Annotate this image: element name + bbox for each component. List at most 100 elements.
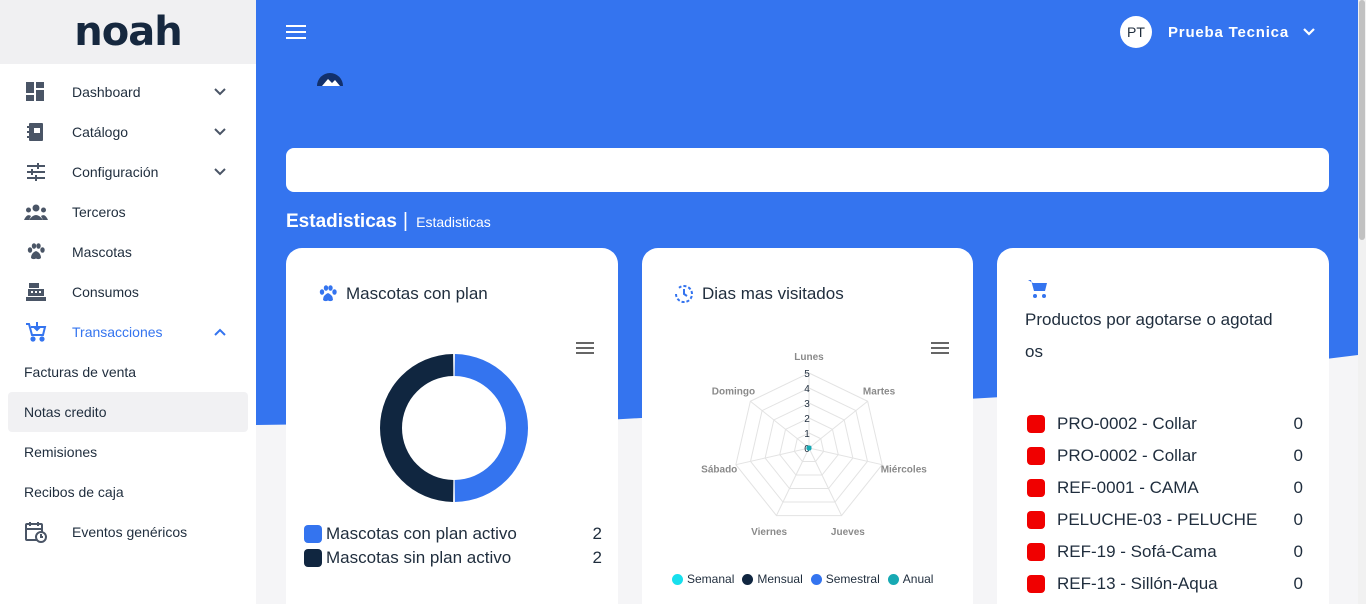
card-pets-plan: Mascotas con plan Mascotas con plan acti… — [286, 248, 618, 604]
history-icon — [672, 282, 696, 306]
product-stock: 0 — [1293, 478, 1303, 497]
sidebar-subitem-notas-credito[interactable]: Notas credito — [8, 392, 248, 432]
sidebar-item-label: Terceros — [72, 204, 126, 220]
radar-axis-label: Lunes — [794, 352, 824, 363]
chevron-down-icon — [1303, 28, 1315, 36]
sidebar-subitem-recibos[interactable]: Recibos de caja — [0, 472, 256, 512]
card-title: Dias mas visitados — [672, 282, 844, 306]
product-label: PELUCHE-03 - PELUCHE — [1057, 510, 1258, 529]
status-swatch — [1027, 479, 1045, 497]
chevron-up-icon — [214, 328, 226, 336]
main-content: PT Prueba Tecnica Estadisticas | Estadis… — [256, 0, 1358, 604]
avatar[interactable]: PT — [1120, 16, 1152, 48]
logo-text: noah — [74, 9, 182, 55]
card-title-text: Mascotas con plan — [346, 284, 488, 303]
legend-dot — [887, 573, 899, 585]
subitem-label: Facturas de venta — [24, 364, 137, 380]
list-item[interactable]: PRO-0002 - Collar 0 — [1027, 408, 1303, 440]
radar-axis-label: Domingo — [712, 387, 755, 398]
product-stock: 0 — [1293, 446, 1303, 465]
legend-label: Mascotas con plan activo — [326, 524, 517, 543]
legend-dot — [742, 573, 754, 585]
paw-icon — [316, 282, 340, 306]
menu-icon[interactable] — [286, 24, 306, 40]
sidebar-subitem-facturas[interactable]: Facturas de venta — [0, 352, 256, 392]
sidebar: noah Dashboard Catálogo Configuración Te… — [0, 0, 256, 604]
breadcrumb-sub: Estadisticas — [416, 214, 491, 230]
chevron-down-icon — [214, 128, 226, 136]
cash-register-icon — [24, 280, 48, 304]
list-item[interactable]: REF-13 - Sillón-Aqua 0 — [1027, 568, 1303, 600]
radar-chart: Lunes Martes Miércoles Jueves Viernes Sábado D… — [701, 352, 928, 538]
product-stock: 0 — [1293, 574, 1303, 593]
legend-dot — [672, 573, 683, 585]
sidebar-item-consumos[interactable]: Consumos — [0, 272, 256, 312]
chevron-down-icon — [214, 88, 226, 96]
filter-bar[interactable] — [286, 148, 1329, 192]
status-swatch — [1027, 415, 1045, 433]
list-item[interactable]: REF-0001 - CAMA 0 — [1027, 472, 1303, 504]
product-stock: 0 — [1293, 542, 1303, 561]
sidebar-item-terceros[interactable]: Terceros — [0, 192, 256, 232]
list-item[interactable]: PRO-0002 - Collar 0 — [1027, 440, 1303, 472]
card-title: Mascotas con plan — [316, 282, 488, 306]
legend-swatch — [304, 549, 322, 567]
radar-tick-label: 2 — [804, 414, 810, 425]
scrollbar-thumb[interactable] — [1359, 0, 1365, 240]
legend-dot — [810, 573, 822, 585]
sidebar-item-label: Eventos genéricos — [72, 524, 188, 540]
sidebar-subitem-remisiones[interactable]: Remisiones — [0, 432, 256, 472]
radar-legend: Semanal Mensual Semestral Anual — [672, 572, 941, 586]
chart-menu-icon[interactable] — [576, 341, 594, 355]
legend-item[interactable]: Mensual — [742, 572, 803, 586]
calendar-clock-icon — [24, 520, 48, 544]
subitem-label: Notas credito — [24, 404, 107, 420]
list-item[interactable]: PELUCHE-03 - PELUCHE 0 — [1027, 504, 1303, 536]
sidebar-item-label: Catálogo — [72, 124, 129, 140]
card-title-line: os — [1025, 342, 1043, 361]
avatar-initials: PT — [1127, 24, 1145, 40]
page-scrollbar[interactable] — [1358, 0, 1366, 604]
sidebar-item-eventos[interactable]: Eventos genéricos — [0, 512, 256, 552]
cart-icon — [1028, 280, 1047, 298]
legend-label: Mensual — [757, 572, 803, 586]
sidebar-item-configuracion[interactable]: Configuración — [0, 152, 256, 192]
sidebar-item-label: Transacciones — [72, 324, 163, 340]
sidebar-item-label: Configuración — [72, 164, 159, 180]
radar-tick-label: 4 — [804, 384, 810, 395]
noah-logo[interactable]: noah — [74, 9, 182, 55]
product-list: PRO-0002 - Collar 0 PRO-0002 - Collar 0 RE… — [1027, 408, 1303, 600]
card-low-stock-products: Productos por agotarse o agotad os PRO-0… — [997, 248, 1329, 604]
sidebar-item-mascotas[interactable]: Mascotas — [0, 232, 256, 272]
product-label: PRO-0002 - Collar — [1057, 446, 1197, 465]
people-icon — [24, 200, 48, 224]
radar-axis-label: Miércoles — [881, 464, 928, 475]
breadcrumb: Estadisticas | Estadisticas — [286, 210, 491, 233]
sidebar-item-dashboard[interactable]: Dashboard — [0, 72, 256, 112]
list-item[interactable]: REF-19 - Sofá-Cama 0 — [1027, 536, 1303, 568]
sidebar-nav: Dashboard Catálogo Configuración Tercero… — [0, 64, 256, 552]
legend-item[interactable]: Semanal — [672, 572, 734, 586]
card-most-visited-days: Dias mas visitados Lunes Martes Miércoles J… — [642, 248, 973, 604]
card-title-text: Dias mas visitados — [702, 284, 844, 303]
legend-item[interactable]: Semestral — [810, 572, 880, 586]
user-name: Prueba Tecnica — [1168, 23, 1289, 41]
card-title-line: Productos por agotarse o agotad — [1025, 310, 1273, 329]
donut-chart — [379, 354, 529, 502]
legend-item[interactable]: Mascotas sin plan activo 2 — [304, 548, 602, 568]
legend-value: 2 — [592, 548, 602, 567]
legend-item[interactable]: Mascotas con plan activo 2 — [304, 524, 602, 544]
sidebar-item-transacciones[interactable]: Transacciones — [0, 312, 256, 352]
donut-slice[interactable] — [454, 354, 529, 502]
radar-axis-label: Martes — [863, 387, 896, 398]
user-menu[interactable]: PT Prueba Tecnica — [1120, 16, 1317, 48]
status-swatch — [1027, 575, 1045, 593]
product-label: REF-0001 - CAMA — [1057, 478, 1199, 497]
sidebar-item-catalogo[interactable]: Catálogo — [0, 112, 256, 152]
radar-point[interactable] — [806, 445, 812, 451]
page-title: Estadisticas — [286, 211, 397, 232]
cart-icon — [24, 320, 48, 344]
legend-label: Anual — [902, 572, 934, 586]
legend-item[interactable]: Anual — [887, 572, 934, 586]
donut-slice[interactable] — [379, 354, 454, 502]
